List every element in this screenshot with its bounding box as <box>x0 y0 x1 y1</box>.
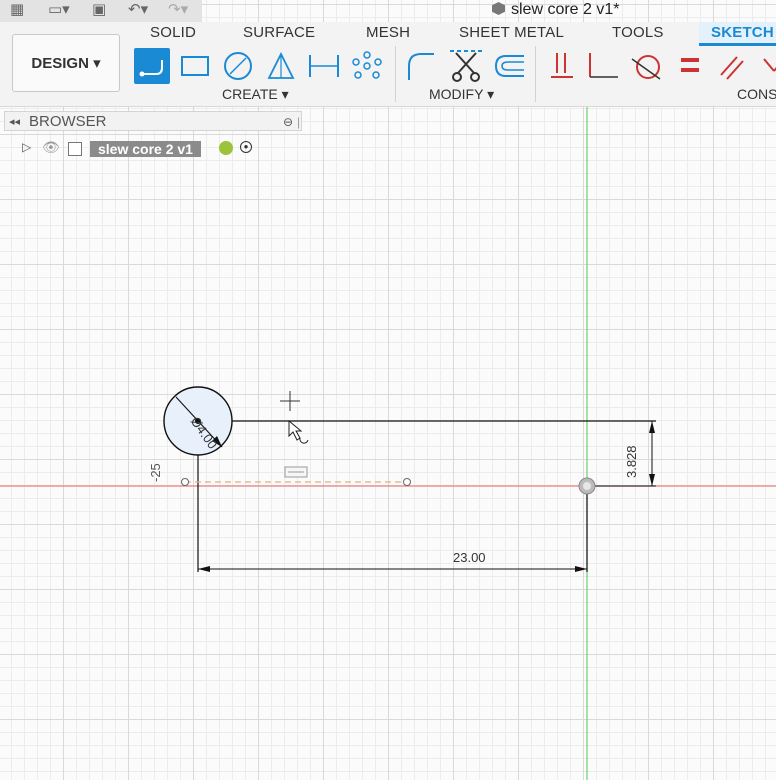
browser-title: BROWSER <box>29 113 107 130</box>
tangent-constraint-button[interactable] <box>628 48 664 84</box>
symmetry-constraint-button[interactable] <box>755 48 776 84</box>
file-icon[interactable]: ▭▾ <box>48 1 70 19</box>
activate-icon[interactable] <box>219 141 233 155</box>
dimension-arrow <box>649 421 655 433</box>
collapse-icon[interactable]: ◂◂ <box>9 112 20 132</box>
equal-constraint-button[interactable] <box>672 48 708 84</box>
coincident-constraint-button[interactable] <box>544 48 580 84</box>
panel-grip-icon[interactable]: | <box>297 112 300 132</box>
dimension-small-label[interactable]: -25 <box>148 463 163 482</box>
offset-icon <box>494 55 524 77</box>
rectangle-tool-button[interactable] <box>177 48 213 84</box>
dimension-arrow <box>575 566 587 572</box>
dimension-arrow <box>649 474 655 486</box>
circle-icon <box>224 52 252 80</box>
fillet-icon <box>408 53 434 80</box>
radio-icon[interactable]: ● <box>240 141 252 153</box>
sketch-point <box>181 478 189 486</box>
perpendicular-constraint-button[interactable] <box>585 48 621 84</box>
grid-menu-icon[interactable]: ▦ <box>10 1 24 19</box>
tangent-icon <box>631 55 661 80</box>
mouse-cursor-icon <box>288 419 303 441</box>
component-name[interactable]: slew core 2 v1 <box>90 141 201 157</box>
redo-icon[interactable]: ↷▾ <box>168 1 188 19</box>
component-icon <box>68 142 82 156</box>
document-cube-icon <box>492 2 505 15</box>
scissors-icon <box>450 50 482 82</box>
constraint-icon <box>551 53 573 78</box>
expand-triangle-icon[interactable]: ▷ <box>22 140 31 154</box>
triangle-icon <box>267 51 295 79</box>
trim-tool-button[interactable] <box>448 48 484 84</box>
create-group-label[interactable]: CREATE ▾ <box>222 86 289 103</box>
save-icon[interactable]: ▣ <box>92 1 106 19</box>
dimension-arrow <box>198 566 210 572</box>
dimension-tool-button[interactable] <box>306 48 342 84</box>
equal-icon <box>681 58 699 72</box>
browser-header[interactable]: ◂◂ BROWSER ⊖ | <box>4 111 302 131</box>
fillet-tool-button[interactable] <box>402 48 438 84</box>
divider <box>535 46 536 102</box>
tab-solid[interactable]: SOLID <box>150 24 196 41</box>
workspace-design-button[interactable]: DESIGN ▾ <box>12 34 120 92</box>
symmetry-icon <box>763 58 776 72</box>
dimension-vertical-label[interactable]: 3.828 <box>624 445 639 478</box>
circle-tool-button[interactable] <box>220 48 256 84</box>
minimize-icon[interactable]: ⊖ <box>283 112 293 132</box>
divider <box>395 46 396 102</box>
tab-mesh[interactable]: MESH <box>366 24 410 41</box>
sketch-point <box>403 478 411 486</box>
parallel-constraint-button[interactable] <box>714 48 750 84</box>
line-icon <box>139 60 163 77</box>
parallel-icon <box>720 56 744 80</box>
dimension-horizontal-label[interactable]: 23.00 <box>453 550 486 565</box>
dimension-icon <box>309 55 339 77</box>
constraints-group-label[interactable]: CONS <box>737 86 776 102</box>
tab-sheet-metal[interactable]: SHEET METAL <box>459 24 564 41</box>
tab-tools[interactable]: TOOLS <box>612 24 664 41</box>
quick-access-toolbar: ▦ ▭▾ ▣ ↶▾ ↷▾ <box>0 0 202 23</box>
pattern-tool-button[interactable] <box>349 48 385 84</box>
document-title: slew core 2 v1* <box>492 0 620 22</box>
offset-tool-button[interactable] <box>491 48 527 84</box>
modify-group-label[interactable]: MODIFY ▾ <box>429 86 494 103</box>
circular-pattern-icon <box>352 51 382 79</box>
rectangle-icon <box>181 56 209 76</box>
arc-tool-button[interactable] <box>263 48 299 84</box>
line-tool-button[interactable] <box>134 48 170 84</box>
rotate-cursor-icon <box>299 437 309 444</box>
tab-sketch[interactable]: SKETCH <box>699 22 776 46</box>
undo-icon[interactable]: ↶▾ <box>128 1 148 19</box>
perpendicular-icon <box>589 53 618 78</box>
tab-surface[interactable]: SURFACE <box>243 24 315 41</box>
visibility-eye-icon[interactable]: 👁 <box>42 139 60 156</box>
origin-point-center <box>583 482 591 490</box>
ribbon: DESIGN ▾ SOLID SURFACE MESH SHEET METAL … <box>0 22 776 107</box>
